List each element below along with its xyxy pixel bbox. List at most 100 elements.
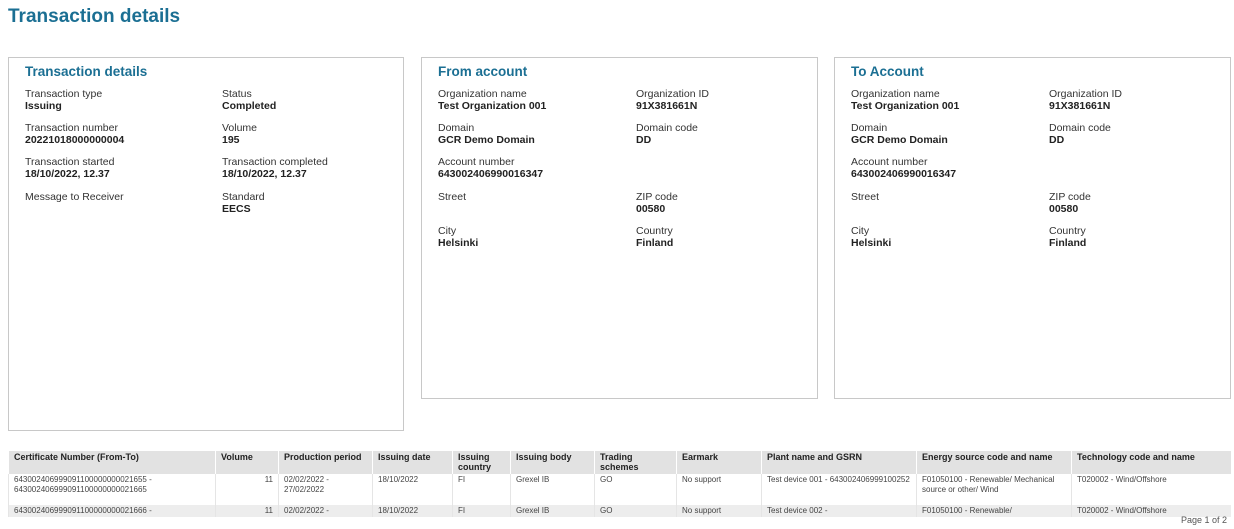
field-label: Domain code xyxy=(1049,122,1111,134)
column-header: Issuing country xyxy=(452,451,511,474)
domain-code-field: Domain code DD xyxy=(1049,122,1111,146)
table-cell: Test device 001 - 643002406999100252 xyxy=(761,474,917,505)
transaction-started-field: Transaction started 18/10/2022, 12.37 xyxy=(25,156,115,180)
field-value: Finland xyxy=(1049,237,1087,249)
transaction-type-field: Transaction type Issuing xyxy=(25,88,102,112)
field-label: Transaction number xyxy=(25,122,118,134)
transaction-completed-field: Transaction completed 18/10/2022, 12.37 xyxy=(222,156,328,180)
country-field: Country Finland xyxy=(1049,225,1086,249)
organization-name-field: Organization name Test Organization 001 xyxy=(851,88,959,112)
account-number-field: Account number 643002406990016347 xyxy=(438,156,543,180)
field-label: ZIP code xyxy=(636,191,678,203)
column-header: Issuing date xyxy=(372,451,453,474)
field-value: DD xyxy=(1049,134,1065,146)
field-value: 643002406990016347 xyxy=(438,168,544,180)
field-value: Finland xyxy=(636,237,674,249)
field-value: 91X381661N xyxy=(1049,100,1111,112)
street-field: Street xyxy=(438,191,466,203)
field-value: 91X381661N xyxy=(636,100,698,112)
field-label: Account number xyxy=(438,156,515,168)
field-label: Country xyxy=(1049,225,1086,237)
account-number-field: Account number 643002406990016347 xyxy=(851,156,956,180)
table-cell: Test device 002 - xyxy=(761,505,917,517)
page-number: Page 1 of 2 xyxy=(1180,515,1227,525)
field-value: Helsinki xyxy=(851,237,892,249)
card-title: From account xyxy=(438,64,528,79)
table-cell: GO xyxy=(594,474,677,505)
field-label: ZIP code xyxy=(1049,191,1091,203)
domain-field: Domain GCR Demo Domain xyxy=(851,122,948,146)
field-label: Volume xyxy=(222,122,258,134)
field-value: 00580 xyxy=(636,203,666,215)
column-header: Earmark xyxy=(676,451,762,474)
domain-code-field: Domain code DD xyxy=(636,122,698,146)
table-cell: 643002406999091100000000021655 - 6430024… xyxy=(8,474,216,505)
transaction-number-field: Transaction number 20221018000000004 xyxy=(25,122,124,146)
table-cell: No support xyxy=(676,474,762,505)
table-cell: Grexel IB xyxy=(510,505,595,517)
field-label: Transaction type xyxy=(25,88,103,100)
from-account-card: From account Organization name Test Orga… xyxy=(421,57,818,399)
certificates-table: Certificate Number (From-To) Volume Prod… xyxy=(8,451,1231,517)
domain-field: Domain GCR Demo Domain xyxy=(438,122,535,146)
field-value: Helsinki xyxy=(438,237,479,249)
field-value: GCR Demo Domain xyxy=(438,134,535,146)
field-label: Domain code xyxy=(636,122,698,134)
city-field: City Helsinki xyxy=(438,225,478,249)
table-cell: 02/02/2022 - 27/02/2022 xyxy=(278,474,373,505)
field-label: Street xyxy=(438,191,467,203)
organization-id-field: Organization ID 91X381661N xyxy=(1049,88,1122,112)
table-cell: 643002406999091100000000021666 - xyxy=(8,505,216,517)
field-label: Organization ID xyxy=(1049,88,1122,100)
to-account-card: To Account Organization name Test Organi… xyxy=(834,57,1231,399)
card-title: To Account xyxy=(851,64,924,79)
table-cell: Grexel IB xyxy=(510,474,595,505)
table-cell: F01050100 - Renewable/ xyxy=(916,505,1072,517)
column-header: Plant name and GSRN xyxy=(761,451,917,474)
field-value: 643002406990016347 xyxy=(851,168,957,180)
table-cell: 18/10/2022 xyxy=(372,505,453,517)
field-label: Standard xyxy=(222,191,265,203)
field-label: City xyxy=(851,225,870,237)
field-label: Message to Receiver xyxy=(25,191,124,203)
column-header: Technology code and name xyxy=(1071,451,1231,474)
table-cell: 11 xyxy=(215,474,279,505)
message-to-receiver-field: Message to Receiver xyxy=(25,191,124,203)
field-label: Transaction completed xyxy=(222,156,328,168)
city-field: City Helsinki xyxy=(851,225,891,249)
field-label: Organization name xyxy=(438,88,527,100)
field-value: 20221018000000004 xyxy=(25,134,125,146)
table-cell: 11 xyxy=(215,505,279,517)
table-cell: No support xyxy=(676,505,762,517)
page-title: Transaction details xyxy=(8,6,181,27)
field-value: Completed xyxy=(222,100,277,112)
status-field: Status Completed xyxy=(222,88,276,112)
field-value: Issuing xyxy=(25,100,62,112)
country-field: Country Finland xyxy=(636,225,673,249)
field-label: Organization name xyxy=(851,88,940,100)
column-header: Production period xyxy=(278,451,373,474)
field-label: Domain xyxy=(851,122,888,134)
field-value: 00580 xyxy=(1049,203,1079,215)
transaction-details-card: Transaction details Transaction type Iss… xyxy=(8,57,404,431)
field-label: Organization ID xyxy=(636,88,709,100)
field-value: 18/10/2022, 12.37 xyxy=(25,168,110,180)
field-value: Test Organization 001 xyxy=(438,100,547,112)
table-header-row: Certificate Number (From-To) Volume Prod… xyxy=(8,451,1231,474)
street-field: Street xyxy=(851,191,879,203)
table-cell: FI xyxy=(452,505,511,517)
card-title: Transaction details xyxy=(25,64,148,79)
column-header: Trading schemes xyxy=(594,451,677,474)
column-header: Energy source code and name xyxy=(916,451,1072,474)
table-cell: 02/02/2022 - xyxy=(278,505,373,517)
column-header: Certificate Number (From-To) xyxy=(8,451,216,474)
field-value: 18/10/2022, 12.37 xyxy=(222,168,307,180)
field-value: EECS xyxy=(222,203,251,215)
field-value: GCR Demo Domain xyxy=(851,134,948,146)
column-header: Issuing body xyxy=(510,451,595,474)
field-value: 195 xyxy=(222,134,240,146)
table-cell: F01050100 - Renewable/ Mechanical source… xyxy=(916,474,1072,505)
field-label: Domain xyxy=(438,122,475,134)
field-label: Street xyxy=(851,191,880,203)
table-row: 643002406999091100000000021655 - 6430024… xyxy=(8,474,1231,505)
